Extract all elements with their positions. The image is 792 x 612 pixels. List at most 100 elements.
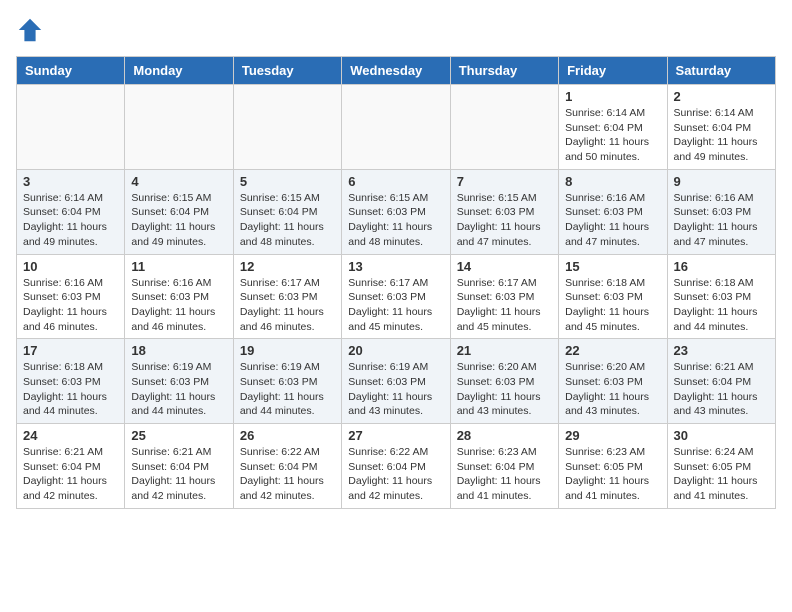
- day-info: Sunrise: 6:17 AM Sunset: 6:03 PM Dayligh…: [348, 276, 443, 335]
- weekday-header: Friday: [559, 57, 667, 85]
- day-number: 29: [565, 428, 660, 443]
- day-number: 8: [565, 174, 660, 189]
- calendar-cell: 2 Sunrise: 6:14 AM Sunset: 6:04 PM Daylig…: [667, 85, 775, 170]
- day-number: 20: [348, 343, 443, 358]
- day-number: 28: [457, 428, 552, 443]
- calendar-cell: 26Sunrise: 6:22 AM Sunset: 6:04 PM Dayli…: [233, 424, 341, 509]
- day-number: 12: [240, 259, 335, 274]
- calendar-cell: 1 Sunrise: 6:14 AM Sunset: 6:04 PM Daylig…: [559, 85, 667, 170]
- weekday-header-row: SundayMondayTuesdayWednesdayThursdayFrid…: [17, 57, 776, 85]
- calendar-cell: 9 Sunrise: 6:16 AM Sunset: 6:03 PM Daylig…: [667, 169, 775, 254]
- day-number: 7: [457, 174, 552, 189]
- day-number: 3: [23, 174, 118, 189]
- calendar-cell: 24 Sunrise: 6:21 AM Sunset: 6:04 PM Dayli…: [17, 424, 125, 509]
- day-number: 15: [565, 259, 660, 274]
- day-info: Sunrise: 6:16 AM Sunset: 6:03 PM Dayligh…: [23, 276, 118, 335]
- weekday-header: Monday: [125, 57, 233, 85]
- day-info: Sunrise: 6:20 AM Sunset: 6:03 PM Dayligh…: [565, 360, 660, 419]
- day-info: Sunrise: 6:15 AM Sunset: 6:03 PM Dayligh…: [348, 191, 443, 250]
- calendar-cell: 5 Sunrise: 6:15 AM Sunset: 6:04 PM Daylig…: [233, 169, 341, 254]
- calendar-cell: [125, 85, 233, 170]
- calendar-cell: 4 Sunrise: 6:15 AM Sunset: 6:04 PM Daylig…: [125, 169, 233, 254]
- calendar-cell: 3 Sunrise: 6:14 AM Sunset: 6:04 PM Daylig…: [17, 169, 125, 254]
- weekday-header: Tuesday: [233, 57, 341, 85]
- day-info: Sunrise: 6:21 AM Sunset: 6:04 PM Dayligh…: [23, 445, 118, 504]
- day-info: Sunrise: 6:19 AM Sunset: 6:03 PM Dayligh…: [348, 360, 443, 419]
- calendar-cell: 21 Sunrise: 6:20 AM Sunset: 6:03 PM Dayli…: [450, 339, 558, 424]
- day-info: Sunrise: 6:14 AM Sunset: 6:04 PM Dayligh…: [23, 191, 118, 250]
- day-info: Sunrise: 6:16 AM Sunset: 6:03 PM Dayligh…: [131, 276, 226, 335]
- calendar-cell: 19 Sunrise: 6:19 AM Sunset: 6:03 PM Dayli…: [233, 339, 341, 424]
- weekday-header: Saturday: [667, 57, 775, 85]
- day-number: 19: [240, 343, 335, 358]
- calendar-cell: 11 Sunrise: 6:16 AM Sunset: 6:03 PM Dayli…: [125, 254, 233, 339]
- day-info: Sunrise: 6:14 AM Sunset: 6:04 PM Dayligh…: [565, 106, 660, 165]
- calendar-cell: [233, 85, 341, 170]
- calendar-cell: [450, 85, 558, 170]
- day-info: Sunrise: 6:19 AM Sunset: 6:03 PM Dayligh…: [131, 360, 226, 419]
- day-info: Sunrise: 6:20 AM Sunset: 6:03 PM Dayligh…: [457, 360, 552, 419]
- day-info: Sunrise: 6:22 AM Sunset: 6:04 PM Dayligh…: [348, 445, 443, 504]
- day-number: 25: [131, 428, 226, 443]
- day-number: 17: [23, 343, 118, 358]
- calendar-cell: [342, 85, 450, 170]
- day-info: Sunrise: 6:15 AM Sunset: 6:03 PM Dayligh…: [457, 191, 552, 250]
- day-info: Sunrise: 6:18 AM Sunset: 6:03 PM Dayligh…: [23, 360, 118, 419]
- calendar-week-row: 10 Sunrise: 6:16 AM Sunset: 6:03 PM Dayli…: [17, 254, 776, 339]
- calendar-cell: 27 Sunrise: 6:22 AM Sunset: 6:04 PM Dayli…: [342, 424, 450, 509]
- logo-icon: [16, 16, 44, 44]
- calendar-week-row: 1 Sunrise: 6:14 AM Sunset: 6:04 PM Daylig…: [17, 85, 776, 170]
- weekday-header: Wednesday: [342, 57, 450, 85]
- day-number: 16: [674, 259, 769, 274]
- calendar-week-row: 17 Sunrise: 6:18 AM Sunset: 6:03 PM Dayli…: [17, 339, 776, 424]
- weekday-header: Sunday: [17, 57, 125, 85]
- calendar-week-row: 24 Sunrise: 6:21 AM Sunset: 6:04 PM Dayli…: [17, 424, 776, 509]
- calendar-cell: 23Sunrise: 6:21 AM Sunset: 6:04 PM Dayli…: [667, 339, 775, 424]
- calendar-cell: [17, 85, 125, 170]
- calendar-cell: 12 Sunrise: 6:17 AM Sunset: 6:03 PM Dayli…: [233, 254, 341, 339]
- calendar-cell: 25 Sunrise: 6:21 AM Sunset: 6:04 PM Dayli…: [125, 424, 233, 509]
- calendar-cell: 13 Sunrise: 6:17 AM Sunset: 6:03 PM Dayli…: [342, 254, 450, 339]
- day-info: Sunrise: 6:24 AM Sunset: 6:05 PM Dayligh…: [674, 445, 769, 504]
- day-info: Sunrise: 6:17 AM Sunset: 6:03 PM Dayligh…: [240, 276, 335, 335]
- weekday-header: Thursday: [450, 57, 558, 85]
- calendar-cell: 7 Sunrise: 6:15 AM Sunset: 6:03 PM Daylig…: [450, 169, 558, 254]
- calendar-cell: 16 Sunrise: 6:18 AM Sunset: 6:03 PM Dayli…: [667, 254, 775, 339]
- calendar-week-row: 3 Sunrise: 6:14 AM Sunset: 6:04 PM Daylig…: [17, 169, 776, 254]
- day-info: Sunrise: 6:17 AM Sunset: 6:03 PM Dayligh…: [457, 276, 552, 335]
- day-info: Sunrise: 6:14 AM Sunset: 6:04 PM Dayligh…: [674, 106, 769, 165]
- calendar-cell: 15 Sunrise: 6:18 AM Sunset: 6:03 PM Dayli…: [559, 254, 667, 339]
- day-number: 10: [23, 259, 118, 274]
- day-number: 24: [23, 428, 118, 443]
- day-number: 5: [240, 174, 335, 189]
- day-info: Sunrise: 6:19 AM Sunset: 6:03 PM Dayligh…: [240, 360, 335, 419]
- calendar-cell: 20 Sunrise: 6:19 AM Sunset: 6:03 PM Dayli…: [342, 339, 450, 424]
- calendar-cell: 10 Sunrise: 6:16 AM Sunset: 6:03 PM Dayli…: [17, 254, 125, 339]
- calendar-cell: 22 Sunrise: 6:20 AM Sunset: 6:03 PM Dayli…: [559, 339, 667, 424]
- day-number: 27: [348, 428, 443, 443]
- day-info: Sunrise: 6:15 AM Sunset: 6:04 PM Dayligh…: [131, 191, 226, 250]
- day-info: Sunrise: 6:18 AM Sunset: 6:03 PM Dayligh…: [565, 276, 660, 335]
- calendar-cell: 28 Sunrise: 6:23 AM Sunset: 6:04 PM Dayli…: [450, 424, 558, 509]
- day-info: Sunrise: 6:21 AM Sunset: 6:04 PM Dayligh…: [674, 360, 769, 419]
- logo: [16, 16, 48, 44]
- day-info: Sunrise: 6:23 AM Sunset: 6:04 PM Dayligh…: [457, 445, 552, 504]
- page-header: [16, 16, 776, 44]
- day-number: 2: [674, 89, 769, 104]
- day-info: Sunrise: 6:16 AM Sunset: 6:03 PM Dayligh…: [674, 191, 769, 250]
- calendar-cell: 8 Sunrise: 6:16 AM Sunset: 6:03 PM Daylig…: [559, 169, 667, 254]
- day-info: Sunrise: 6:16 AM Sunset: 6:03 PM Dayligh…: [565, 191, 660, 250]
- calendar-cell: 14Sunrise: 6:17 AM Sunset: 6:03 PM Dayli…: [450, 254, 558, 339]
- day-info: Sunrise: 6:18 AM Sunset: 6:03 PM Dayligh…: [674, 276, 769, 335]
- day-info: Sunrise: 6:15 AM Sunset: 6:04 PM Dayligh…: [240, 191, 335, 250]
- day-number: 11: [131, 259, 226, 274]
- day-number: 13: [348, 259, 443, 274]
- day-number: 9: [674, 174, 769, 189]
- day-number: 22: [565, 343, 660, 358]
- day-number: 21: [457, 343, 552, 358]
- day-number: 1: [565, 89, 660, 104]
- calendar-cell: 17 Sunrise: 6:18 AM Sunset: 6:03 PM Dayli…: [17, 339, 125, 424]
- day-info: Sunrise: 6:21 AM Sunset: 6:04 PM Dayligh…: [131, 445, 226, 504]
- day-number: 4: [131, 174, 226, 189]
- day-number: 30: [674, 428, 769, 443]
